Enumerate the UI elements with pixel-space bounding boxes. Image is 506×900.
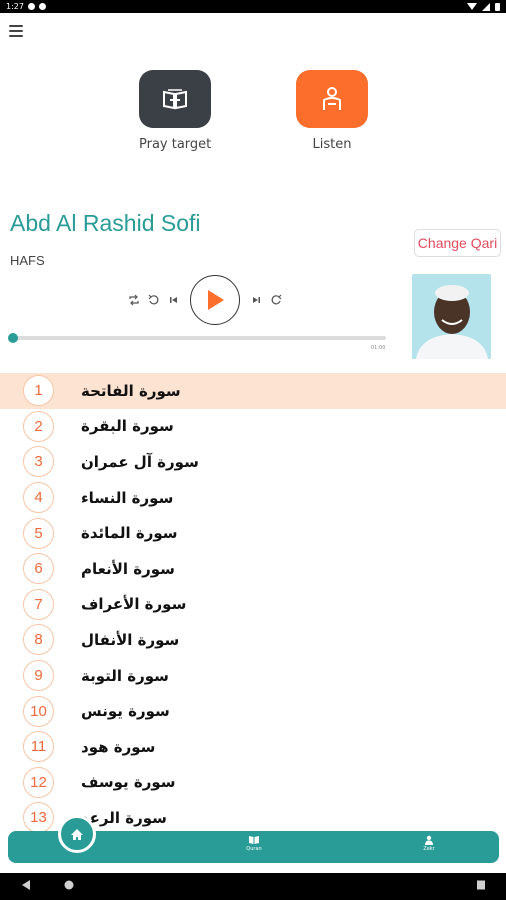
play-button[interactable] [190,275,240,325]
surah-row[interactable]: 10 سورة يونس [0,693,506,729]
signal-icon [482,2,490,11]
surah-number: 3 [23,446,54,478]
surah-name: سورة يونس [81,702,170,721]
duration-label: 01:00 [371,345,386,351]
surah-number: 6 [23,553,54,585]
surah-name: سورة النساء [81,488,174,507]
surah-name: سورة البقرة [81,417,174,436]
surah-name: سورة الأنعام [81,559,175,578]
status-time: 1:27 [6,2,24,11]
notification-icon [27,3,35,10]
surah-name: سورة الرعد [81,808,167,827]
surah-list[interactable]: 1 سورة الفاتحة 2 سورة البقرة 3 سورة آل عمران 4… [0,373,506,831]
surah-row[interactable]: 3 سورة آل عمران [0,444,506,480]
player-controls [124,274,286,326]
rewind-icon[interactable] [144,290,164,310]
home-button[interactable] [58,815,96,853]
surah-row[interactable]: 5 سورة المائدة [0,515,506,551]
surah-row[interactable]: 11 سورة هود [0,729,506,765]
surah-row[interactable]: 2 سورة البقرة [0,409,506,445]
progress-track [12,336,386,340]
surah-name: سورة يوسف [81,773,176,792]
previous-icon[interactable] [164,290,184,310]
surah-name: سورة التوبة [81,666,169,685]
nav-quran-label: Quran [246,846,262,852]
surah-number: 8 [23,624,54,656]
wifi-icon [467,3,477,10]
nav-zekr[interactable]: Zekr [404,835,454,852]
quran-book-icon [249,836,259,844]
status-bar: 1:27 [0,0,506,13]
home-system-icon[interactable] [63,879,75,891]
back-icon[interactable] [21,879,31,891]
app-root: 1:27 Pray target Listen Abd Al Rashid So… [0,0,506,900]
hamburger-menu-icon[interactable] [9,25,23,37]
listen-button[interactable]: Listen [296,70,368,152]
surah-name: سورة آل عمران [81,452,199,471]
surah-name: سورة الأنفال [81,630,180,649]
surah-row[interactable]: 12 سورة يوسف [0,765,506,801]
surah-number: 10 [23,695,54,727]
change-qari-button[interactable]: Change Qari [414,229,501,257]
nav-quran[interactable]: Quran [229,835,279,852]
pray-target-label: Pray target [139,137,212,152]
notification-icon [38,3,46,10]
reader-listen-icon [323,87,341,110]
progress-thumb[interactable] [8,333,18,343]
surah-name: سورة هود [81,737,156,756]
surah-name: سورة المائدة [81,524,178,543]
pray-target-button[interactable]: Pray target [139,70,211,152]
next-icon[interactable] [246,290,266,310]
progress-slider[interactable] [8,333,386,343]
riwaya-label: HAFS [10,253,45,268]
surah-number: 1 [23,375,54,407]
repeat-icon[interactable] [124,290,144,310]
surah-number: 9 [23,660,54,692]
play-icon [208,290,224,310]
surah-number: 13 [23,802,54,831]
surah-number: 12 [23,766,54,798]
forward-icon[interactable] [266,290,286,310]
surah-row[interactable]: 9 سورة التوبة [0,658,506,694]
person-icon [425,835,433,845]
surah-number: 5 [23,517,54,549]
surah-name: سورة الأعراف [81,595,187,614]
surah-number: 7 [23,588,54,620]
listen-label: Listen [312,137,352,152]
surah-row[interactable]: 6 سورة الأنعام [0,551,506,587]
surah-number: 4 [23,482,54,514]
pray-target-tile[interactable] [139,70,211,128]
surah-number: 2 [23,410,54,442]
surah-row[interactable]: 7 سورة الأعراف [0,587,506,623]
battery-icon [495,2,500,11]
surah-name: سورة الفاتحة [81,381,181,400]
surah-number: 11 [23,731,54,763]
surah-row[interactable]: 4 سورة النساء [0,480,506,516]
qari-avatar [412,274,491,359]
home-icon [71,828,83,840]
system-nav-bar [0,873,506,900]
recents-icon[interactable] [476,879,486,891]
listen-tile[interactable] [296,70,368,128]
qari-name: Abd Al Rashid Sofi [10,210,201,236]
surah-row[interactable]: 8 سورة الأنفال [0,622,506,658]
quran-book-icon [163,89,187,110]
qari-photo-icon [412,274,491,359]
nav-zekr-label: Zekr [423,846,435,852]
surah-row[interactable]: 1 سورة الفاتحة [0,373,506,409]
